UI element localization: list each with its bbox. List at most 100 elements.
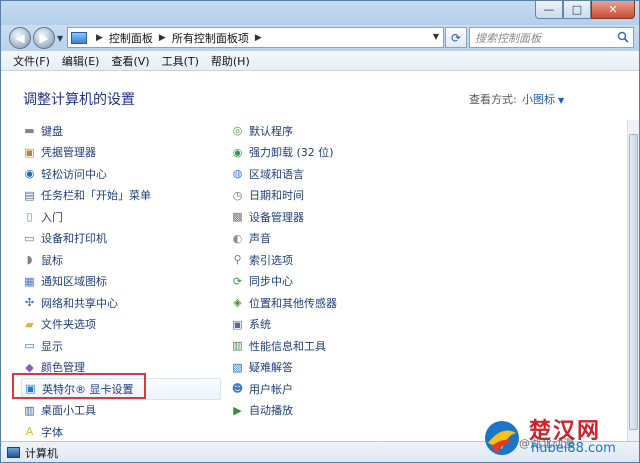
chevron-down-icon: ▼ [558, 96, 565, 105]
item-label: 入门 [41, 210, 63, 224]
control-panel-item-sound[interactable]: ◐ 声音 [229, 228, 434, 250]
menu-view[interactable]: 查看(V) [105, 53, 155, 69]
maximize-button[interactable]: □ [563, 1, 591, 19]
item-label: 通知区域图标 [41, 275, 107, 289]
breadcrumb-all-items[interactable]: 所有控制面板项 [172, 30, 249, 46]
troubleshooting-icon: ▧ [232, 360, 243, 374]
watermark: 楚汉网 @湖北动漫 hubei88.com [479, 411, 639, 462]
control-panel-item-folder-options[interactable]: ▰ 文件夹选项 [21, 314, 226, 336]
control-panel-item-gadgets[interactable]: ▥ 桌面小工具 [21, 400, 226, 422]
item-label: 索引选项 [249, 253, 293, 267]
indexing-icon: ⚲ [233, 253, 242, 267]
search-input[interactable]: 搜索控制面板 [469, 27, 634, 48]
chevron-right-icon[interactable]: ▶ [255, 33, 262, 43]
search-placeholder: 搜索控制面板 [475, 31, 541, 45]
menu-file[interactable]: 文件(F) [7, 53, 56, 69]
vertical-scrollbar[interactable] [627, 120, 639, 441]
control-panel-item-ease-of-access[interactable]: ◉ 轻松访问中心 [21, 163, 226, 185]
item-label: 性能信息和工具 [249, 339, 326, 353]
control-panel-item-keyboard[interactable]: ▬ 键盘 [21, 120, 226, 142]
menu-help[interactable]: 帮助(H) [205, 53, 256, 69]
control-panel-item-performance[interactable]: ▥ 性能信息和工具 [229, 335, 434, 357]
keyboard-icon: ▬ [24, 124, 35, 138]
menu-edit[interactable]: 编辑(E) [56, 53, 106, 69]
folder-options-icon: ▰ [25, 317, 34, 331]
default-programs-icon: ◎ [232, 124, 243, 138]
control-panel-item-mouse[interactable]: ◗ 鼠标 [21, 249, 226, 271]
recent-pages-dropdown-icon[interactable]: ▼ [57, 34, 63, 43]
control-panel-item-network[interactable]: ✣ 网络和共享中心 [21, 292, 226, 314]
watermark-logo-icon [485, 421, 519, 455]
location-sensors-icon: ◈ [233, 296, 242, 310]
address-bar[interactable]: ▶ 控制面板 ▶ 所有控制面板项 ▶ ▼ [67, 27, 444, 48]
control-panel-items: ▬ 键盘 ▣ 凭据管理器 ◉ 轻松访问中心 ▤ 任务栏和「开始」菜单 ▯ 入门 ▭ 设备和打印机 ◗ 鼠标… [1, 120, 627, 441]
close-button[interactable]: ✕ [591, 1, 635, 19]
performance-icon: ▥ [232, 339, 243, 353]
control-panel-item-system[interactable]: ▣ 系统 [229, 314, 434, 336]
address-history-dropdown-icon[interactable]: ▼ [433, 32, 439, 41]
search-icon[interactable] [617, 31, 629, 43]
sync-center-icon: ⟳ [232, 274, 243, 288]
control-panel-item-region-language[interactable]: ◍ 区域和语言 [229, 163, 434, 185]
item-label: 位置和其他传感器 [249, 296, 337, 310]
chevron-right-icon[interactable]: ▶ [96, 33, 103, 43]
control-panel-item-getting-started[interactable]: ▯ 入门 [21, 206, 226, 228]
item-label: 颜色管理 [41, 361, 85, 375]
ease-of-access-icon: ◉ [24, 167, 35, 181]
item-label: 键盘 [41, 124, 63, 138]
control-panel-item-user-accounts[interactable]: ☻ 用户帐户 [229, 378, 434, 400]
intel-graphics-icon: ▣ [25, 382, 36, 396]
breadcrumb-control-panel[interactable]: 控制面板 [109, 30, 153, 46]
control-panel-item-color-management[interactable]: ◆ 颜色管理 [21, 357, 226, 379]
item-label: 网络和共享中心 [41, 296, 118, 310]
item-label: 鼠标 [41, 253, 63, 267]
forward-button[interactable]: ▶ [33, 27, 55, 49]
view-by-dropdown[interactable]: 小图标 ▼ [522, 91, 564, 107]
chevron-right-icon[interactable]: ▶ [159, 33, 166, 43]
control-panel-item-default-programs[interactable]: ◎ 默认程序 [229, 120, 434, 142]
control-panel-item-autoplay[interactable]: ▶ 自动播放 [229, 400, 434, 422]
system-icon: ▣ [232, 317, 243, 331]
uninstall-icon: ◉ [232, 145, 243, 159]
item-label: 凭据管理器 [41, 146, 96, 160]
region-language-icon: ◍ [232, 167, 243, 181]
control-panel-item-uninstall[interactable]: ◉ 强力卸载 (32 位) [229, 142, 434, 164]
item-label: 日期和时间 [249, 189, 304, 203]
view-by-label: 查看方式: [469, 93, 517, 106]
control-panel-item-sync-center[interactable]: ⟳ 同步中心 [229, 271, 434, 293]
scroll-thumb[interactable] [629, 134, 638, 430]
control-panel-item-location-sensors[interactable]: ◈ 位置和其他传感器 [229, 292, 434, 314]
control-panel-item-indexing[interactable]: ⚲ 索引选项 [229, 249, 434, 271]
control-panel-item-display[interactable]: ▭ 显示 [21, 335, 226, 357]
item-label: 桌面小工具 [41, 404, 96, 418]
control-panel-item-date-time[interactable]: ◷ 日期和时间 [229, 185, 434, 207]
control-panel-item-fonts[interactable]: A 字体 [21, 421, 226, 441]
control-panel-item-credential-manager[interactable]: ▣ 凭据管理器 [21, 142, 226, 164]
page-header: 调整计算机的设置 查看方式: 小图标 ▼ [1, 72, 639, 120]
control-panel-item-notification-area[interactable]: ▦ 通知区域图标 [21, 271, 226, 293]
credential-manager-icon: ▣ [24, 145, 35, 159]
color-management-icon: ◆ [25, 360, 34, 374]
gadgets-icon: ▥ [24, 403, 35, 417]
item-label: 字体 [41, 425, 63, 439]
user-accounts-icon: ☻ [231, 382, 244, 396]
menu-tools[interactable]: 工具(T) [156, 53, 205, 69]
control-panel-item-device-manager[interactable]: ▩ 设备管理器 [229, 206, 434, 228]
item-label: 默认程序 [249, 124, 293, 138]
menu-bar: 文件(F) 编辑(E) 查看(V) 工具(T) 帮助(H) [1, 51, 639, 71]
refresh-button[interactable]: ⟳ [445, 27, 467, 48]
control-panel-window: — □ ✕ ◀ ▶ ▼ ▶ 控制面板 ▶ 所有控制面板项 ▶ ▼ ⟳ 搜索控制面… [0, 0, 640, 463]
item-label: 任务栏和「开始」菜单 [41, 189, 151, 203]
items-column-left: ▬ 键盘 ▣ 凭据管理器 ◉ 轻松访问中心 ▤ 任务栏和「开始」菜单 ▯ 入门 ▭ 设备和打印机 ◗ 鼠标… [21, 120, 226, 441]
item-label: 声音 [249, 232, 271, 246]
minimize-button[interactable]: — [535, 1, 563, 19]
item-label: 区域和语言 [249, 167, 304, 181]
control-panel-item-taskbar[interactable]: ▤ 任务栏和「开始」菜单 [21, 185, 226, 207]
item-label: 设备和打印机 [41, 232, 107, 246]
control-panel-item-troubleshooting[interactable]: ▧ 疑难解答 [229, 357, 434, 379]
back-button[interactable]: ◀ [9, 27, 31, 49]
control-panel-item-printer[interactable]: ▭ 设备和打印机 [21, 228, 226, 250]
control-panel-item-intel-graphics[interactable]: ▣ 英特尔® 显卡设置 [21, 378, 221, 400]
view-by-value: 小图标 [522, 93, 555, 106]
computer-icon [7, 447, 20, 458]
